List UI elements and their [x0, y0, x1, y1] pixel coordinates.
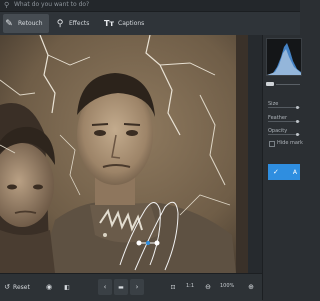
magic-wand-icon: ⚲: [56, 18, 64, 29]
folder-icon[interactable]: ▬: [114, 279, 128, 295]
brush-icon: ✎: [5, 18, 13, 29]
tab-captions[interactable]: Tт Captions: [103, 14, 149, 33]
tab-retouch-label: Retouch: [18, 20, 43, 27]
apply-button-label: A: [292, 168, 297, 176]
reset-button[interactable]: ↺ Reset: [3, 279, 31, 295]
search-input[interactable]: What do you want to do?: [14, 1, 89, 8]
top-search-bar: ⚲ What do you want to do?: [0, 0, 300, 12]
hide-markers-checkbox[interactable]: [269, 141, 275, 147]
size-slider-handle[interactable]: [296, 106, 299, 109]
tab-captions-label: Captions: [118, 20, 145, 27]
brush-handle-end[interactable]: [154, 240, 160, 246]
undo-icon: ↺: [4, 283, 11, 291]
search-icon: ⚲: [4, 1, 10, 9]
tab-retouch[interactable]: ✎ Retouch: [3, 14, 49, 33]
brush-handle-start[interactable]: [136, 240, 142, 246]
zoom-percent-value: 100%: [220, 283, 235, 289]
text-icon: Tт: [103, 19, 115, 28]
opacity-slider-handle[interactable]: [296, 133, 299, 136]
histogram: [266, 38, 302, 76]
fit-to-screen-icon[interactable]: ⊡: [167, 279, 179, 295]
next-icon[interactable]: ›: [130, 279, 144, 295]
tab-effects-label: Effects: [69, 20, 90, 27]
zoom-in-icon[interactable]: ⊕: [245, 279, 257, 295]
tab-effects[interactable]: ⚲ Effects: [54, 14, 98, 33]
reset-label: Reset: [13, 283, 30, 291]
photo-image: [0, 35, 262, 273]
feather-slider-handle[interactable]: [296, 120, 299, 123]
bottom-toolbar: ↺ Reset ◉ ◧ ‹ ▬ › ⊡ 1:1 ⊖ 100% ⊕: [0, 273, 262, 301]
previous-icon[interactable]: ‹: [98, 279, 112, 295]
mode-tabs: ✎ Retouch ⚲ Effects Tт Captions: [0, 12, 300, 35]
checkmark-icon: ✓: [273, 168, 279, 176]
photo-canvas[interactable]: [0, 35, 262, 273]
panel-collapse-toggle[interactable]: [262, 80, 300, 88]
hide-markers-label: Hide mark: [277, 140, 303, 146]
zoom-ratio-button[interactable]: 1:1: [186, 283, 194, 289]
eye-icon[interactable]: ◉: [43, 279, 55, 295]
zoom-out-icon[interactable]: ⊖: [202, 279, 214, 295]
compare-icon[interactable]: ◧: [61, 279, 73, 295]
apply-button[interactable]: ✓ A: [268, 164, 300, 180]
